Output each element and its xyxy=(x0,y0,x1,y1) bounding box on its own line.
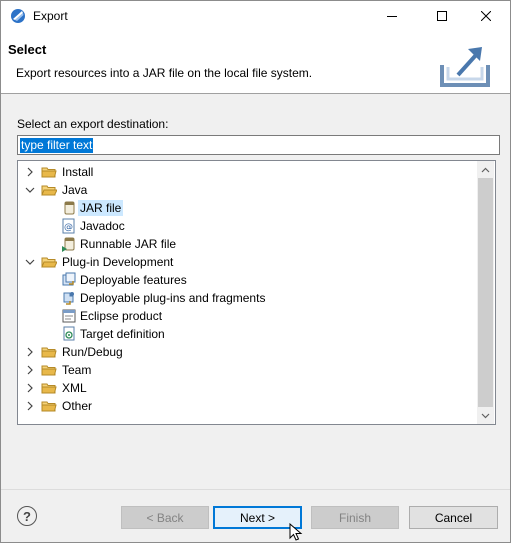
chevron-right-icon[interactable] xyxy=(25,347,35,357)
javadoc-icon: @ xyxy=(62,218,75,234)
tree-item-install[interactable]: Install xyxy=(18,163,477,181)
tree-item-label: Other xyxy=(62,399,93,413)
jar-file-icon xyxy=(64,201,75,215)
finish-button-label: Finish xyxy=(338,510,371,525)
tree-item-label: Plug-in Development xyxy=(62,255,174,269)
tree-item-xml[interactable]: XML xyxy=(18,379,477,397)
help-button[interactable]: ? xyxy=(17,506,37,526)
chevron-right-icon[interactable] xyxy=(25,383,35,393)
tree-item-label: Install xyxy=(62,165,94,179)
cancel-button[interactable]: Cancel xyxy=(409,506,498,529)
folder-open-icon xyxy=(41,185,57,196)
folder-icon xyxy=(41,167,57,178)
footer-separator xyxy=(1,489,510,490)
tree-item-label: Runnable JAR file xyxy=(80,237,177,251)
tree-item-other[interactable]: Other xyxy=(18,397,477,415)
tree-item-label: Eclipse product xyxy=(80,309,163,323)
folder-icon xyxy=(41,401,57,412)
minimize-icon xyxy=(387,16,397,17)
scroll-up-button[interactable] xyxy=(477,161,494,178)
product-icon xyxy=(62,309,76,323)
window-title: Export xyxy=(33,9,68,23)
tree-item-run-debug[interactable]: Run/Debug xyxy=(18,343,477,361)
tree-item-label: XML xyxy=(62,381,87,395)
runnable-jar-icon xyxy=(62,237,75,252)
close-icon xyxy=(481,11,491,21)
mouse-cursor-icon xyxy=(289,523,303,541)
page-description: Export resources into a JAR file on the … xyxy=(16,66,313,80)
filter-text: type filter text xyxy=(20,137,94,153)
tree-item-java[interactable]: Java xyxy=(18,181,477,199)
tree-item-label: Team xyxy=(62,363,92,377)
svg-text:@: @ xyxy=(64,223,73,233)
maximize-icon xyxy=(437,11,447,21)
tree-item-jar-file[interactable]: JAR file xyxy=(18,199,477,217)
tree-item-team[interactable]: Team xyxy=(18,361,477,379)
minimize-button[interactable] xyxy=(369,1,415,31)
plugin-icon xyxy=(63,292,74,305)
cancel-button-label: Cancel xyxy=(434,510,473,525)
close-button[interactable] xyxy=(463,1,509,31)
back-button-label: < Back xyxy=(146,510,184,525)
title-bar[interactable]: Export xyxy=(1,1,510,31)
chevron-down-icon[interactable] xyxy=(25,257,35,267)
tree-item-label: JAR file xyxy=(78,200,124,216)
scroll-thumb[interactable] xyxy=(478,178,493,407)
tree-item-plugin-development[interactable]: Plug-in Development xyxy=(18,253,477,271)
tree-item-javadoc[interactable]: @ Javadoc xyxy=(18,217,477,235)
tree-item-deployable-features[interactable]: Deployable features xyxy=(18,271,477,289)
scroll-down-button[interactable] xyxy=(477,407,494,424)
chevron-right-icon[interactable] xyxy=(25,365,35,375)
feature-icon xyxy=(62,272,76,286)
tree-item-target-definition[interactable]: Target definition xyxy=(18,325,477,343)
tree-item-runnable-jar[interactable]: Runnable JAR file xyxy=(18,235,477,253)
tree-item-deployable-plugins[interactable]: Deployable plug-ins and fragments xyxy=(18,289,477,307)
folder-icon xyxy=(41,365,57,376)
eclipse-icon xyxy=(11,9,25,23)
chevron-up-icon xyxy=(481,167,490,172)
next-button-label: Next > xyxy=(239,510,275,525)
filter-input[interactable]: type filter text xyxy=(17,135,500,155)
tree-item-label: Run/Debug xyxy=(62,345,123,359)
chevron-down-icon[interactable] xyxy=(25,185,35,195)
tree-item-label: Deployable features xyxy=(80,273,187,287)
export-dialog: Export Select Export resources into a JA… xyxy=(0,0,511,543)
help-icon: ? xyxy=(23,508,31,524)
export-destination-tree[interactable]: Install Java JAR file @ Javadoc Runnable… xyxy=(17,160,496,425)
tree-scrollbar[interactable] xyxy=(477,161,494,424)
finish-button[interactable]: Finish xyxy=(311,506,399,529)
back-button[interactable]: < Back xyxy=(121,506,209,529)
chevron-right-icon[interactable] xyxy=(25,401,35,411)
maximize-button[interactable] xyxy=(419,1,465,31)
folder-icon xyxy=(41,383,57,394)
tree-item-label: Java xyxy=(62,183,88,197)
tree-item-label: Target definition xyxy=(80,327,165,341)
folder-open-icon xyxy=(41,257,57,268)
page-title: Select xyxy=(8,42,47,57)
tree-item-eclipse-product[interactable]: Eclipse product xyxy=(18,307,477,325)
folder-icon xyxy=(41,347,57,358)
tree-item-label: Javadoc xyxy=(80,219,125,233)
target-icon xyxy=(63,326,75,341)
destination-label: Select an export destination: xyxy=(17,117,169,131)
export-wizard-icon xyxy=(440,47,490,87)
chevron-right-icon[interactable] xyxy=(25,167,35,177)
chevron-down-icon xyxy=(481,413,490,418)
tree-item-label: Deployable plug-ins and fragments xyxy=(80,291,266,305)
wizard-header: Select Export resources into a JAR file … xyxy=(1,31,510,94)
